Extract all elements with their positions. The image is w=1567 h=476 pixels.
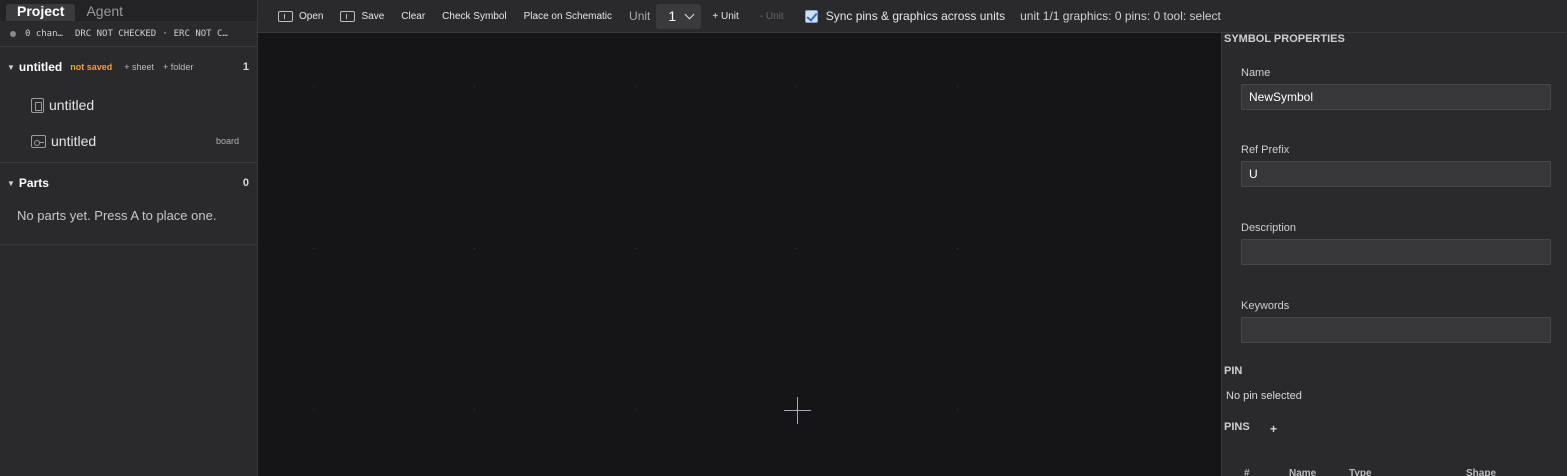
ref-prefix-label: Ref Prefix [1241, 144, 1290, 156]
keywords-label: Keywords [1241, 300, 1290, 312]
grid-dot [957, 86, 958, 87]
parts-title: Parts [18, 176, 49, 190]
chevron-down-icon [684, 9, 695, 19]
caret-down-icon[interactable]: ▼ [7, 63, 15, 72]
column-type: Type [1349, 468, 1372, 476]
file-item-board[interactable]: untitled board [0, 123, 257, 159]
grid-dot [635, 248, 636, 249]
no-pin-selected: No pin selected [1226, 390, 1302, 402]
sync-units-checkbox[interactable] [804, 9, 818, 23]
column-shape: Shape [1466, 468, 1497, 476]
sync-units-label: Sync pins & graphics across units [825, 9, 1006, 23]
not-saved-badge: not saved [70, 62, 113, 72]
name-input[interactable] [1241, 84, 1551, 110]
description-label: Description [1241, 222, 1297, 234]
tab-project[interactable]: Project [6, 4, 76, 21]
file-name: untitled [51, 133, 97, 149]
grid-dot [474, 248, 475, 249]
grid-dot [313, 86, 314, 87]
grid-dot [474, 409, 475, 410]
add-sheet-button[interactable]: + sheet [124, 62, 154, 72]
symbol-properties-panel: SYMBOL PROPERTIES Name Ref Prefix Descri… [1221, 33, 1567, 476]
pins-section-title: PINS [1224, 421, 1250, 433]
file-name: untitled [49, 97, 95, 113]
open-button[interactable]: Open [278, 10, 324, 22]
remove-unit-button[interactable]: - Unit [760, 11, 784, 22]
caret-down-icon[interactable]: ▼ [7, 179, 15, 188]
add-folder-button[interactable]: + folder [163, 62, 193, 72]
save-icon [340, 10, 356, 22]
ref-prefix-input[interactable] [1241, 161, 1551, 187]
project-file-count: 1 [242, 61, 249, 73]
symbol-properties-title: SYMBOL PROPERTIES [1224, 33, 1345, 45]
file-item-schematic[interactable]: untitled [0, 87, 257, 123]
place-on-schematic-button[interactable]: Place on Schematic [524, 11, 612, 22]
clear-button[interactable]: Clear [401, 11, 425, 22]
grid-dot [313, 248, 314, 249]
crosshair-cursor-icon [784, 397, 811, 424]
name-label: Name [1241, 67, 1271, 79]
open-label: Open [299, 10, 324, 22]
check-symbol-button[interactable]: Check Symbol [442, 11, 506, 22]
erc-status: ERC NOT C… [173, 28, 228, 39]
keywords-input[interactable] [1241, 317, 1551, 343]
grid-dot [957, 409, 958, 410]
grid-dot [474, 86, 475, 87]
add-unit-button[interactable]: + Unit [712, 11, 738, 22]
parts-empty-message: No parts yet. Press A to place one. [17, 208, 217, 223]
project-name: untitled [18, 60, 63, 74]
grid-dot [957, 248, 958, 249]
grid-dot [796, 248, 797, 249]
sidebar-tabs: Project Agent [0, 0, 257, 21]
tab-agent[interactable]: Agent [75, 4, 134, 21]
pin-section-title: PIN [1224, 365, 1243, 377]
changes-count: 0 chan… [25, 28, 63, 39]
board-icon [31, 134, 46, 148]
grid-dot [635, 409, 636, 410]
unit-value: 1 [668, 8, 677, 24]
symbol-canvas[interactable] [258, 33, 1221, 476]
unit-label: Unit [629, 9, 651, 23]
parts-header[interactable]: ▼ Parts 0 [0, 166, 257, 200]
divider [0, 244, 257, 245]
parts-count: 0 [242, 177, 249, 189]
status-dot-icon [10, 30, 16, 37]
grid-dot [635, 86, 636, 87]
project-sidebar: Project Agent 0 chan… DRC NOT CHECKED · … [0, 0, 258, 476]
project-header[interactable]: ▼ untitled not saved + sheet + folder 1 [0, 47, 257, 87]
save-button[interactable]: Save [340, 10, 385, 22]
symbol-editor-toolbar: Open Save Clear Check Symbol Place on Sc… [258, 0, 1567, 33]
open-icon [278, 10, 293, 22]
grid-dot [796, 409, 797, 410]
grid-dot [796, 86, 797, 87]
column-number: # [1244, 468, 1250, 476]
add-pin-button[interactable]: + [1270, 422, 1277, 436]
schematic-icon [31, 97, 44, 113]
unit-select[interactable]: 1 [656, 3, 702, 29]
description-input[interactable] [1241, 239, 1551, 265]
divider [0, 162, 257, 163]
status-separator: · [162, 28, 168, 39]
grid-dot [313, 409, 314, 410]
save-label: Save [361, 10, 385, 22]
editor-status: unit 1/1 graphics: 0 pins: 0 tool: selec… [1020, 9, 1221, 23]
board-tag: board [215, 136, 239, 146]
column-name: Name [1289, 468, 1317, 476]
check-status-line: 0 chan… DRC NOT CHECKED · ERC NOT C… [0, 21, 257, 47]
drc-status: DRC NOT CHECKED [74, 28, 157, 39]
pins-table-header: # Name Type Shape [1222, 468, 1567, 476]
